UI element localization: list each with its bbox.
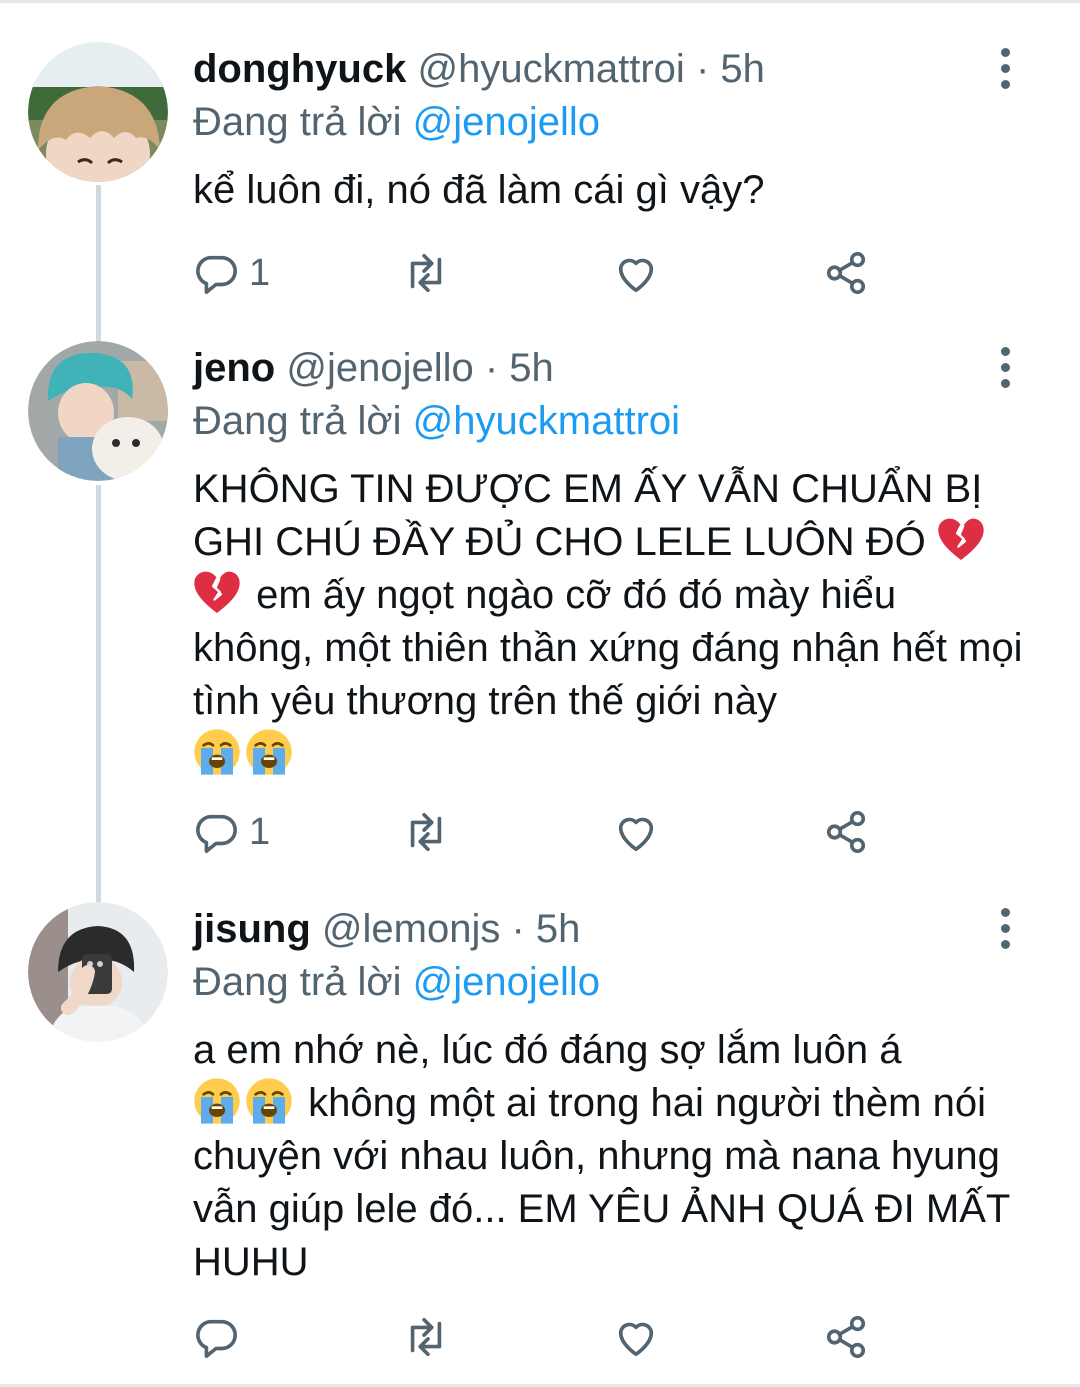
tweet-text-part: em ấy ngọt ngào cỡ đó đó mày hiểu không,… [193,573,1023,723]
share-button[interactable] [823,807,869,857]
reply-button[interactable]: 1 [193,248,270,298]
tweet-text: kể luôn đi, nó đã làm cái gì vậy? [193,168,765,212]
mention-link[interactable]: @hyuckmattroi [413,399,680,443]
display-name[interactable]: jisung [193,907,311,951]
heart-icon [618,1322,654,1357]
loudly-crying-face-emoji [194,1078,240,1124]
retweet-icon [410,253,442,293]
tweet-donghyuck[interactable]: donghyuck @hyuckmattroi · 5h Đang trả lờ… [0,42,1080,302]
tweet-jisung[interactable]: jisung @lemonjs · 5h Đang trả lời @jenoj… [0,902,1080,1372]
reply-count: 1 [249,810,271,853]
tweet-header: donghyuck @hyuckmattroi · 5h [193,44,765,94]
avatar[interactable] [28,42,168,182]
loudly-crying-face-emoji [246,1078,292,1124]
tweet-jeno[interactable]: jeno @jenojello · 5h Đang trả lời @hyuck… [0,341,1080,861]
tweet-actions [193,1312,893,1362]
reply-button[interactable] [193,1312,249,1362]
tweet-text: a em nhớ nè, lúc đó đáng sợ lắm luôn á k… [193,1024,1023,1289]
share-icon [826,1316,866,1358]
tweet-header: jeno @jenojello · 5h [193,343,554,393]
retweet-button[interactable] [401,1312,451,1362]
retweet-button[interactable] [401,807,451,857]
heart-icon [618,817,654,852]
avatar[interactable] [28,902,168,1042]
tweet-text-part: KHÔNG TIN ĐƯỢC EM ẤY VẪN CHUẨN BỊ GHI CH… [193,467,983,564]
more-vertical-icon[interactable] [993,48,1017,108]
reply-button[interactable]: 1 [193,807,270,857]
heart-icon [618,258,654,293]
replying-to: Đang trả lời @jenojello [193,97,600,147]
timestamp[interactable]: · 5h [511,907,580,951]
tweet-text-part: không một ai trong hai người thèm nói ch… [193,1081,1010,1284]
share-button[interactable] [823,1312,869,1362]
retweet-icon [410,1317,442,1357]
reply-icon [196,1319,237,1358]
more-vertical-icon[interactable] [993,908,1017,968]
broken-heart-emoji [194,571,240,613]
replying-to-label: Đang trả lời [193,399,402,443]
like-button[interactable] [613,807,659,857]
mention-link[interactable]: @jenojello [413,100,600,144]
retweet-icon [410,812,442,852]
tweet-actions: 1 [193,807,893,857]
like-button[interactable] [613,248,659,298]
tweet-header: jisung @lemonjs · 5h [193,904,580,954]
reply-icon [196,814,237,853]
avatar[interactable] [28,341,168,481]
loudly-crying-face-emoji [194,729,240,775]
retweet-button[interactable] [401,248,451,298]
mention-link[interactable]: @jenojello [413,960,600,1004]
tweet-text-part: a em nhớ nè, lúc đó đáng sợ lắm luôn á [193,1028,902,1072]
reply-icon [196,255,237,294]
top-divider [0,0,1080,3]
loudly-crying-face-emoji [246,729,292,775]
display-name[interactable]: donghyuck [193,47,406,91]
tweet-text: KHÔNG TIN ĐƯỢC EM ẤY VẪN CHUẨN BỊ GHI CH… [193,463,1023,781]
display-name[interactable]: jeno [193,346,275,390]
replying-to-label: Đang trả lời [193,100,402,144]
reply-count: 1 [249,251,271,294]
timestamp[interactable]: · 5h [696,47,765,91]
user-handle[interactable]: @hyuckmattroi [417,47,684,91]
share-icon [826,252,866,294]
user-handle[interactable]: @jenojello [286,346,473,390]
replying-to-label: Đang trả lời [193,960,402,1004]
user-handle[interactable]: @lemonjs [322,907,500,951]
timestamp[interactable]: · 5h [485,346,554,390]
share-button[interactable] [823,248,869,298]
more-vertical-icon[interactable] [993,347,1017,407]
share-icon [826,811,866,853]
replying-to: Đang trả lời @jenojello [193,957,600,1007]
like-button[interactable] [613,1312,659,1362]
replying-to: Đang trả lời @hyuckmattroi [193,396,680,446]
broken-heart-emoji [938,518,984,560]
tweet-actions: 1 [193,248,893,298]
